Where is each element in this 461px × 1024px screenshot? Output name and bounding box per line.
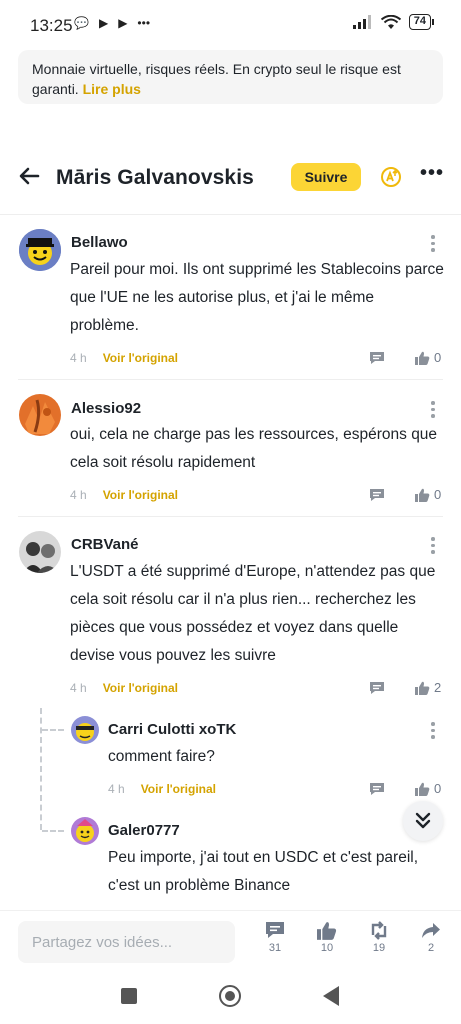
comment-time: 4 h (70, 681, 87, 695)
repost-icon (371, 921, 387, 940)
back-icon[interactable] (323, 986, 339, 1006)
thumbs-up-icon (415, 351, 430, 365)
more-options-icon[interactable]: ••• (420, 162, 444, 185)
like-button[interactable]: 2 (415, 680, 441, 695)
recent-apps-icon[interactable] (121, 988, 137, 1004)
avatar[interactable] (19, 229, 61, 271)
notification-icons: 💬 ▶ ▶ ••• (74, 16, 150, 30)
shares-count: 2 (427, 942, 435, 954)
comment-text: Pareil pour moi. Ils ont supprimé les St… (70, 261, 444, 334)
share-icon (422, 923, 440, 938)
more-notifications-icon: ••• (137, 16, 151, 30)
thumbs-up-icon (415, 488, 430, 502)
comment-menu-icon[interactable] (431, 235, 435, 252)
avatar[interactable] (71, 716, 99, 744)
reply-icon[interactable] (369, 782, 385, 796)
read-more-link[interactable]: Lire plus (83, 81, 141, 97)
reply-time: 4 h (108, 782, 125, 796)
like-count: 0 (434, 781, 442, 796)
home-icon[interactable] (219, 985, 241, 1007)
avatar-image (71, 716, 99, 744)
comments-count: 31 (268, 942, 282, 954)
signal-icon (352, 15, 371, 29)
reply-icon[interactable] (369, 351, 385, 365)
battery-icon: 74 (408, 14, 435, 30)
play-notification-icon: ▶ (98, 16, 109, 30)
thumbs-up-icon (317, 922, 337, 940)
comment-menu-icon[interactable] (431, 401, 435, 418)
thread-connector (40, 708, 42, 830)
see-original-link[interactable]: Voir l'original (141, 782, 216, 796)
avatar-image (19, 394, 61, 436)
double-chevron-down-icon (415, 812, 431, 829)
rank-up-icon[interactable] (380, 166, 402, 188)
divider (18, 516, 443, 517)
chat-notification-icon: 💬 (74, 16, 89, 30)
like-count: 0 (434, 487, 442, 502)
play-notification-icon: ▶ (118, 16, 128, 30)
comment-text: L'USDT a été supprimé d'Europe, n'attend… (70, 563, 436, 664)
comment-meta: 4 h Voir l'original (70, 681, 178, 695)
system-icons: 74 (352, 14, 435, 30)
comment-meta: 4 h Voir l'original (70, 351, 178, 365)
likes-count: 10 (320, 942, 334, 954)
avatar[interactable] (19, 394, 61, 436)
like-button[interactable]: 0 (415, 487, 441, 502)
see-original-link[interactable]: Voir l'original (103, 351, 178, 365)
follow-button[interactable]: Suivre (291, 163, 361, 191)
thumbs-up-icon (415, 782, 430, 796)
back-arrow-icon[interactable] (18, 164, 42, 188)
risk-warning-banner: Monnaie virtuelle, risques réels. En cry… (18, 50, 443, 104)
avatar[interactable] (71, 817, 99, 845)
reply-author[interactable]: Carri Culotti xoTK (108, 721, 236, 738)
comment-time: 4 h (70, 351, 87, 365)
see-original-link[interactable]: Voir l'original (103, 681, 178, 695)
comment-time: 4 h (70, 488, 87, 502)
divider (18, 379, 443, 380)
like-button[interactable]: 0 (415, 781, 441, 796)
reply-icon[interactable] (369, 681, 385, 695)
reply-menu-icon[interactable] (431, 722, 435, 739)
comment-text: oui, cela ne charge pas les ressources, … (70, 426, 438, 471)
comment-author[interactable]: Bellawo (71, 234, 128, 251)
thumbs-up-icon (415, 681, 430, 695)
wifi-icon (380, 14, 401, 29)
comment-author[interactable]: Alessio92 (71, 400, 141, 417)
share-action[interactable]: 2 (411, 921, 451, 954)
system-navigation-bar (0, 972, 461, 1024)
comment-icon (266, 922, 284, 938)
like-count: 2 (434, 680, 442, 695)
comments-action[interactable]: 31 (255, 921, 295, 954)
avatar-image (19, 531, 61, 573)
divider (0, 214, 461, 215)
reply-author[interactable]: Galer0777 (108, 822, 180, 839)
comment-input[interactable] (18, 921, 235, 963)
thread-connector (42, 729, 64, 731)
scroll-down-button[interactable] (403, 801, 443, 841)
reply-meta: 4 h Voir l'original (108, 782, 216, 796)
like-count: 0 (434, 350, 442, 365)
see-original-link[interactable]: Voir l'original (103, 488, 178, 502)
status-bar: 13:25 💬 ▶ ▶ ••• 74 (0, 0, 461, 48)
post-header: Māris Galvanovskis Suivre ••• (0, 158, 461, 202)
reply-icon[interactable] (369, 488, 385, 502)
author-name-title[interactable]: Māris Galvanovskis (56, 166, 254, 190)
bottom-action-bar: 31 10 19 2 (0, 910, 461, 972)
like-button[interactable]: 0 (415, 350, 441, 365)
like-action[interactable]: 10 (307, 921, 347, 954)
status-time: 13:25 (30, 16, 73, 35)
reposts-count: 19 (372, 942, 386, 954)
reply-text: comment faire? (108, 748, 215, 765)
avatar-image (71, 817, 99, 845)
repost-action[interactable]: 19 (359, 921, 399, 954)
comment-menu-icon[interactable] (431, 537, 435, 554)
avatar-image (19, 229, 61, 271)
reply-text: Peu importe, j'ai tout en USDC et c'est … (108, 849, 419, 894)
thread-connector (42, 830, 64, 832)
avatar[interactable] (19, 531, 61, 573)
comment-author[interactable]: CRBVané (71, 536, 139, 553)
comment-meta: 4 h Voir l'original (70, 488, 178, 502)
